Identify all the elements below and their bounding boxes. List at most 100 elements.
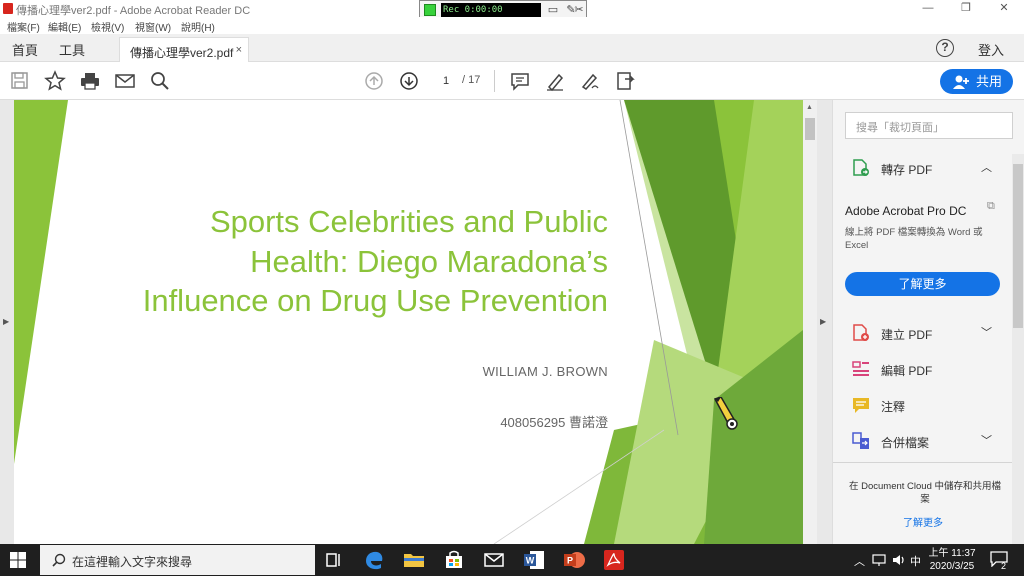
slide-title-line: Health: Diego Maradona’s [250,243,608,279]
add-user-icon [953,75,969,89]
learn-more-button[interactable]: 了解更多 [845,272,1000,296]
highlight-pen-icon[interactable] [544,70,566,92]
share-button[interactable]: 共用 [940,69,1013,94]
help-icon[interactable]: ? [936,39,954,57]
menu-edit[interactable]: 編輯(E) [48,19,81,34]
copy-icon[interactable]: ⧉ [987,200,995,213]
clock-date: 2020/3/25 [929,561,975,572]
page-number-input[interactable]: 1 [432,71,460,91]
minimize-button[interactable]: — [908,0,948,17]
export-pdf-item[interactable]: 轉存 PDF ︿ [833,154,1013,182]
svg-text:W: W [526,556,535,566]
taskbar-search-box[interactable]: 在這裡輸入文字來搜尋 [40,545,315,575]
chevron-up-icon[interactable]: ︿ [981,159,992,175]
sign-icon[interactable] [579,70,601,92]
edit-pdf-icon [852,361,869,376]
clock-time: 上午 11:37 [928,548,976,559]
acrobat-reader-icon[interactable] [602,548,626,572]
chevron-down-icon[interactable]: ﹀ [981,432,992,448]
create-pdf-icon [853,324,869,341]
store-icon[interactable] [442,548,466,572]
left-panel-toggle-icon[interactable]: ▶ [3,317,9,326]
page-total: / 17 [462,74,481,86]
volume-icon[interactable] [892,553,906,567]
slide-title: Sports Celebrities and Public Health: Di… [94,202,608,321]
edit-pdf-label: 編輯 PDF [881,364,933,378]
comment-item[interactable]: 注釋 [833,391,1013,419]
more-tools-icon[interactable] [614,70,636,92]
slide-title-line: Influence on Drug Use Prevention [142,283,608,318]
next-page-icon[interactable] [398,70,420,92]
tools-pane-scrollbar-thumb[interactable] [1013,164,1023,328]
file-explorer-icon[interactable] [402,548,426,572]
tab-bar: 首頁 工具 傳播心理學ver2.pdf × ? 登入 [0,34,1024,63]
notification-count-badge: 2 [1001,561,1007,571]
acrobat-app-icon [3,3,13,14]
document-scrollbar-thumb[interactable] [805,118,815,140]
combine-files-item[interactable]: 合併檔案 ﹀ [833,427,1013,455]
slide-student-id: 408056295 曹諾澄 [500,415,608,430]
create-pdf-label: 建立 PDF [881,328,933,342]
menu-help[interactable]: 說明(H) [181,19,215,34]
word-icon[interactable]: W [522,548,546,572]
slide-title-line: Sports Celebrities and Public [209,204,608,239]
email-icon[interactable] [114,70,136,92]
pencil-cursor-icon [713,397,738,430]
toolbar: 1 / 17 共用 [0,62,1024,100]
menu-window[interactable]: 視窗(W) [135,19,171,34]
combine-files-icon [852,432,869,449]
tools-pane-scrollbar[interactable] [1012,154,1024,544]
tab-home[interactable]: 首頁 [12,40,38,59]
bookmark-star-icon[interactable] [44,70,66,92]
cloud-learn-more-link[interactable]: 了解更多 [833,514,1013,529]
promo-title: Adobe Acrobat Pro DC [845,204,967,218]
windows-start-icon[interactable] [10,552,26,568]
close-button[interactable]: ✕ [984,0,1024,17]
tools-search-input[interactable]: 搜尋「裁切頁面」 [845,112,1013,139]
comment-label: 注釋 [881,400,906,414]
comment-icon[interactable] [509,70,531,92]
pdf-page: Sports Celebrities and Public Health: Di… [14,100,803,544]
slide-author: WILLIAM J. BROWN [482,364,608,379]
print-icon[interactable] [79,70,101,92]
search-icon [52,553,66,567]
search-icon[interactable] [149,70,171,92]
input-method-indicator[interactable]: 中 [910,553,921,576]
task-view-icon[interactable] [322,548,346,572]
system-clock[interactable]: 上午 11:37 2020/3/25 [924,547,980,573]
menu-view[interactable]: 檢視(V) [91,19,124,34]
combine-files-label: 合併檔案 [881,436,930,450]
mail-icon[interactable] [482,548,506,572]
scissors-icon[interactable]: ✂ [572,3,586,17]
save-icon[interactable] [9,70,31,92]
network-icon[interactable] [872,553,886,567]
taskbar-search-placeholder: 在這裡輸入文字來搜尋 [72,555,193,569]
document-scrollbar[interactable]: ▲ [803,100,817,544]
tools-pane: 搜尋「裁切頁面」 轉存 PDF ︿ Adobe Acrobat Pro DC ⧉… [832,100,1024,544]
right-panel-toggle-icon[interactable]: ▶ [820,317,826,326]
export-pdf-icon [853,159,869,176]
menu-file[interactable]: 檔案(F) [7,19,40,34]
record-timer: Rec 0:00:00 [441,3,541,17]
document-tab-label: 傳播心理學ver2.pdf [130,46,234,60]
tray-chevron-up-icon[interactable]: ︿ [854,553,865,576]
previous-page-icon[interactable] [363,70,385,92]
tab-tools[interactable]: 工具 [59,40,85,59]
edit-pdf-item[interactable]: 編輯 PDF [833,355,1013,383]
chevron-down-icon[interactable]: ﹀ [981,324,992,340]
slide-background-graphic [14,100,803,544]
close-tab-icon[interactable]: × [236,44,242,56]
scroll-up-icon[interactable]: ▲ [806,104,813,111]
svg-text:P: P [567,556,573,566]
folder-icon[interactable]: ▭ [546,3,560,17]
promo-description: 線上將 PDF 檔案轉換為 Word 或 Excel [845,227,983,251]
share-label: 共用 [976,74,1003,89]
panel-divider [833,462,1013,463]
record-button[interactable] [424,4,436,16]
create-pdf-item[interactable]: 建立 PDF ﹀ [833,319,1013,347]
maximize-button[interactable]: ❐ [946,0,986,17]
login-button[interactable]: 登入 [978,40,1004,59]
powerpoint-icon[interactable]: P [562,548,586,572]
edge-browser-icon[interactable] [362,548,386,572]
tab-document[interactable]: 傳播心理學ver2.pdf × [119,37,249,63]
